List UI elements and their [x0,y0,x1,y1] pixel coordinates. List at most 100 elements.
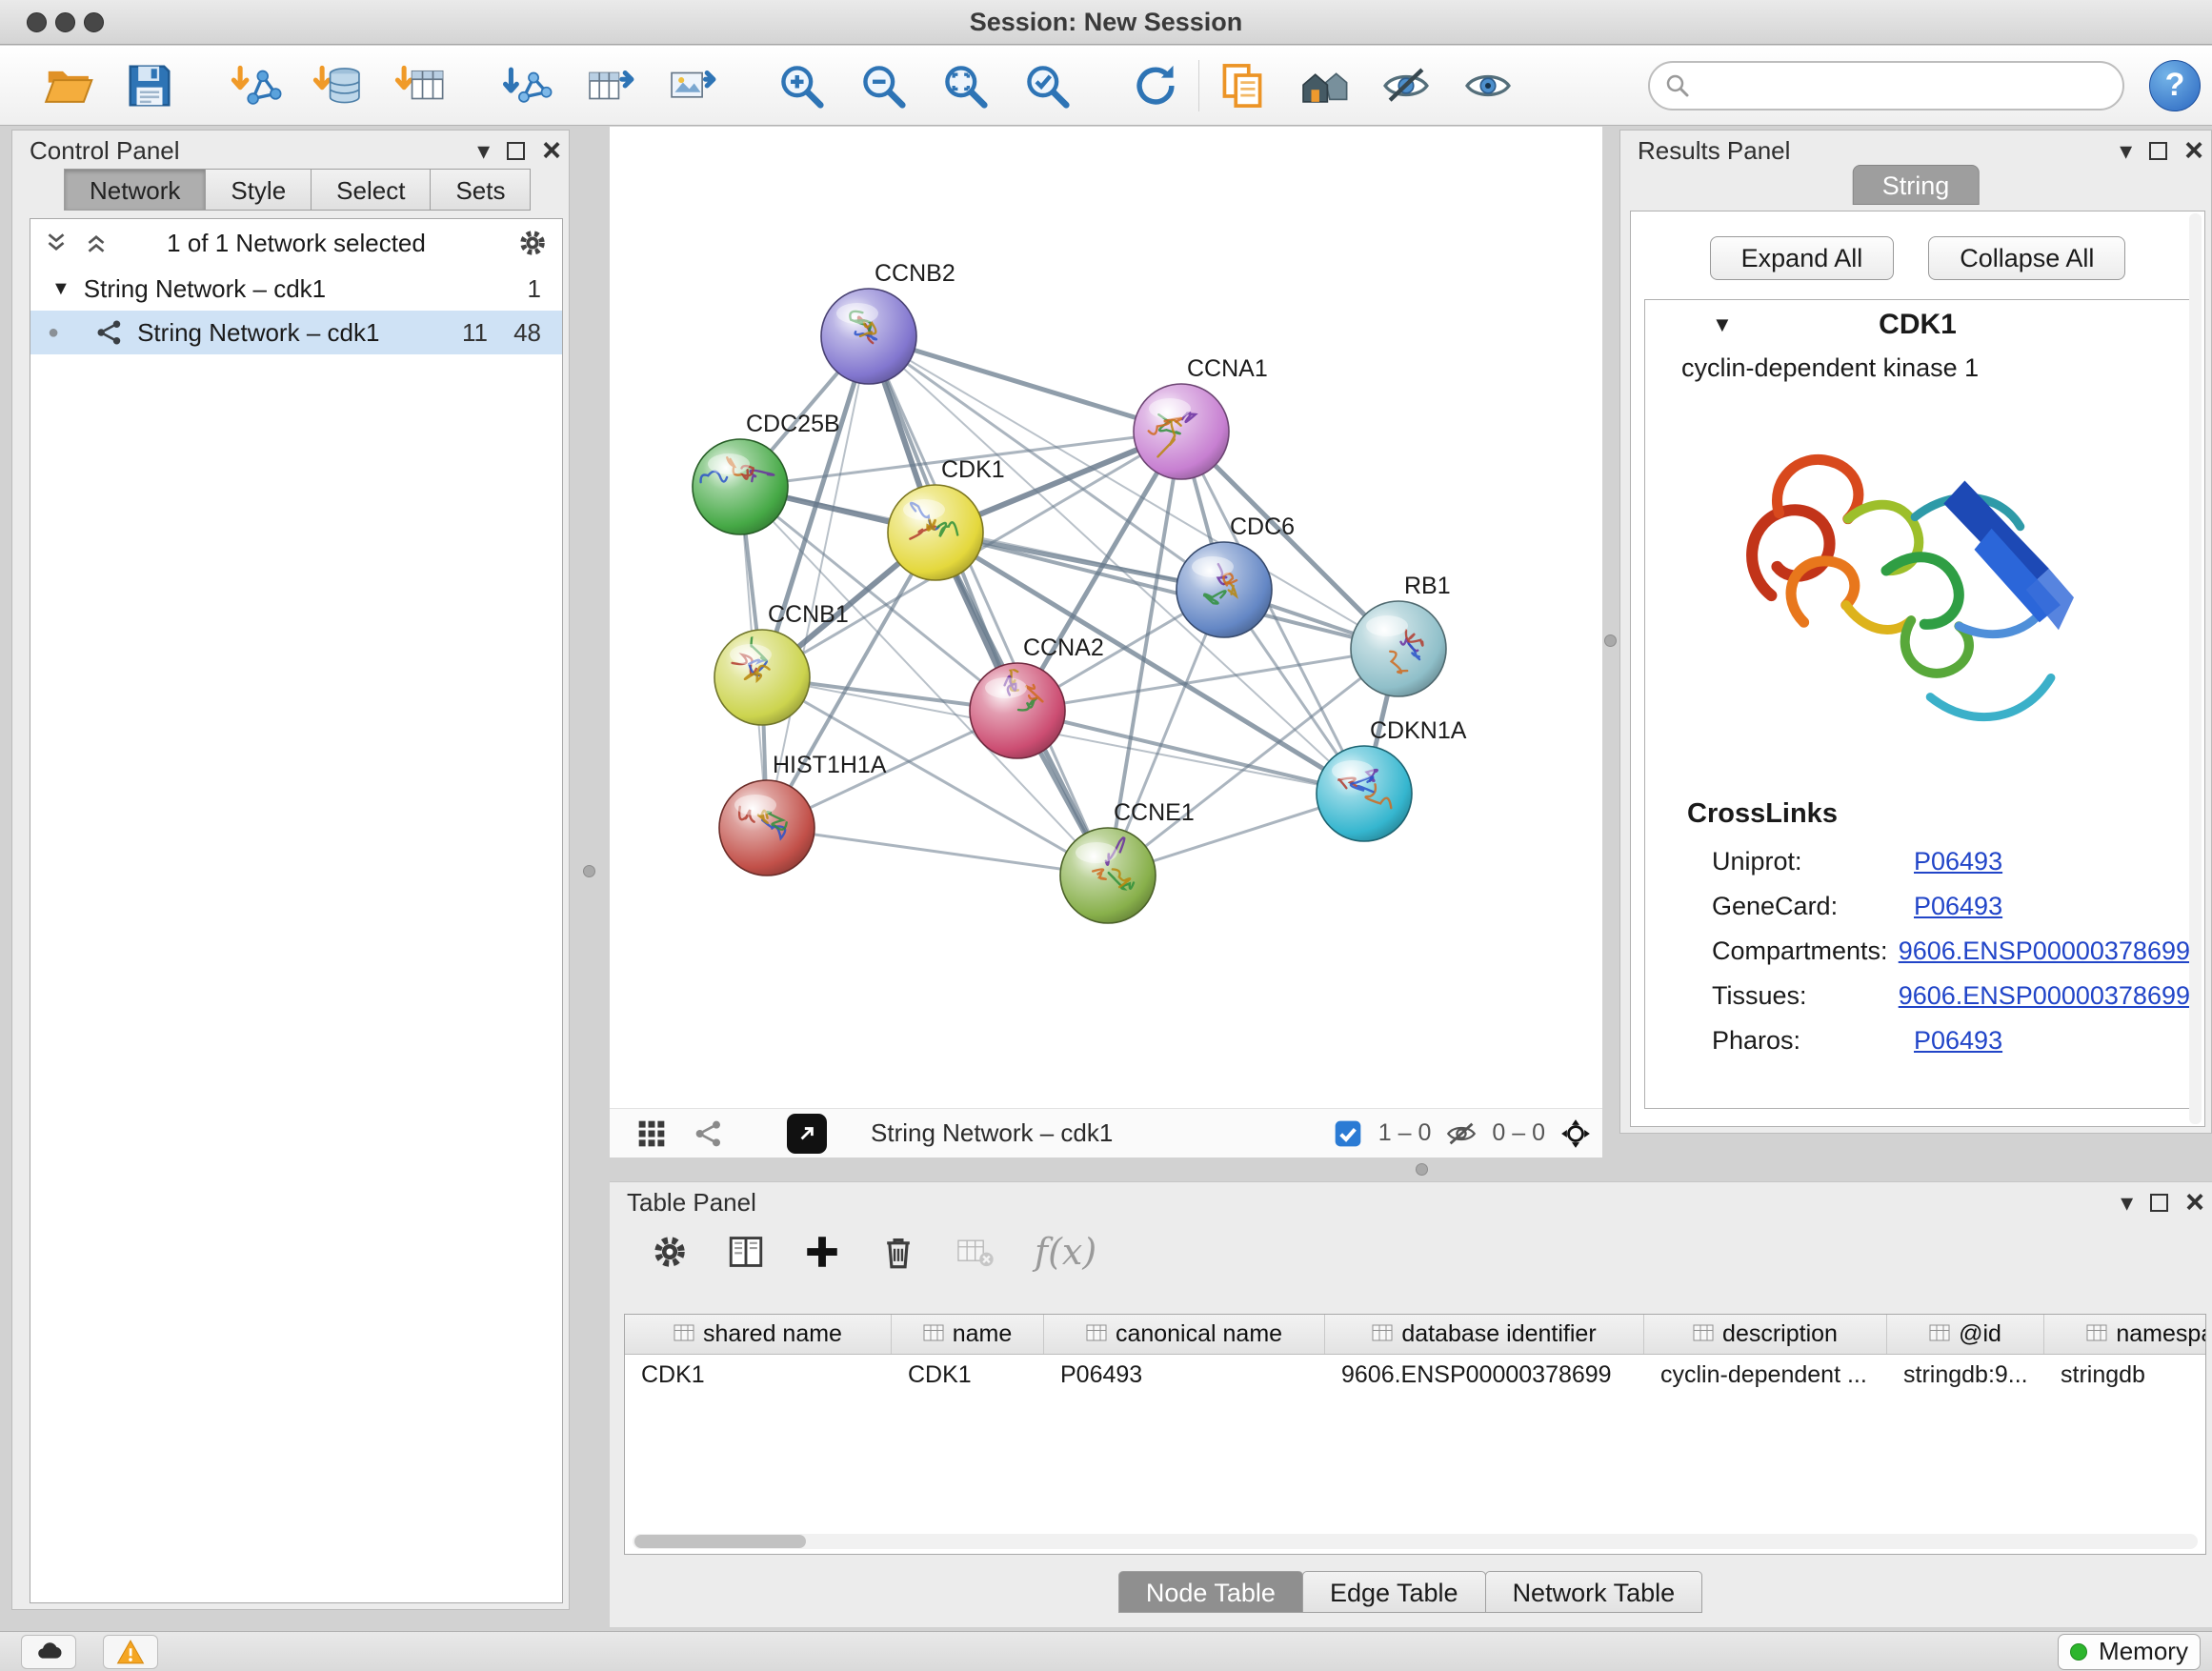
network-node-HIST1H1A[interactable] [719,780,814,876]
table-settings-button[interactable] [648,1230,692,1274]
panel-float-icon[interactable]: ▾ [2120,138,2132,163]
crosslink-value[interactable]: P06493 [1914,892,2002,921]
save-session-button[interactable] [120,56,179,115]
protein-structure-image [1676,393,2085,775]
tab-network[interactable]: Network [64,169,206,211]
panel-close-icon[interactable]: × [2184,134,2203,167]
column-header-@id[interactable]: @id [1887,1315,2044,1354]
crosslink-value[interactable]: P06493 [1914,847,2002,876]
panel-maximize-icon[interactable] [2149,142,2167,160]
node-label: CCNB2 [875,260,955,287]
function-builder-button[interactable]: f(x) [1035,1231,1096,1273]
zoom-out-button[interactable] [854,56,913,115]
panel-maximize-icon[interactable] [2150,1194,2168,1212]
tab-sets[interactable]: Sets [430,169,531,211]
zoom-in-button[interactable] [772,56,831,115]
tab-network-table[interactable]: Network Table [1485,1571,1703,1613]
window-close-button[interactable] [27,12,47,32]
crosslink-value[interactable]: 9606.ENSP00000378699 [1899,981,2190,1011]
network-node-RB1[interactable] [1351,601,1446,696]
vertical-splitter-handle[interactable] [583,865,595,877]
warnings-button[interactable] [103,1635,158,1669]
disclosure-triangle-icon[interactable]: ▼ [1712,312,1733,337]
network-row[interactable]: ● String Network – cdk1 11 48 [30,311,562,354]
zoom-selected-button[interactable] [1017,56,1076,115]
panel-close-icon[interactable]: × [2185,1186,2204,1218]
tab-style[interactable]: Style [205,169,312,211]
hidden-eye-slash-icon[interactable] [1444,1117,1478,1151]
help-button[interactable]: ? [2149,60,2201,111]
vertical-splitter-handle[interactable] [1604,634,1617,647]
zoom-fit-button[interactable] [935,56,995,115]
open-session-button[interactable] [38,56,97,115]
network-node-CCNA2[interactable] [970,663,1065,758]
panel-close-icon[interactable]: × [542,134,561,167]
tab-select[interactable]: Select [311,169,431,211]
crosslink-value[interactable]: 9606.ENSP00000378699 [1899,936,2190,966]
network-node-CCNB1[interactable] [714,626,810,725]
network-edge[interactable] [1017,711,1364,794]
gear-icon [650,1232,690,1272]
panel-maximize-icon[interactable] [507,142,525,160]
column-header-description[interactable]: description [1644,1315,1887,1354]
import-network-database-button[interactable] [309,56,368,115]
delete-column-button[interactable] [876,1230,920,1274]
import-table-button[interactable] [391,56,450,115]
network-edge[interactable] [767,828,1108,876]
network-edge[interactable] [869,336,1181,432]
network-share-icon[interactable] [692,1117,726,1151]
network-canvas[interactable]: CCNB2CCNA1CDC25BCDK1CDC6RB1CCNB1CCNA2CDK… [610,127,1602,1108]
network-collection-row[interactable]: ▼ String Network – cdk1 1 [30,267,562,311]
network-node-CCNB2[interactable] [821,289,916,384]
search-input[interactable] [1699,70,2109,100]
table-row[interactable]: CDK1CDK1P064939606.ENSP00000378699cyclin… [625,1355,2205,1395]
home-button[interactable] [1295,56,1354,115]
column-header-shared-name[interactable]: shared name [625,1315,892,1354]
collapse-all-button[interactable]: Collapse All [1928,236,2125,280]
hide-graphics-details-button[interactable] [1377,56,1436,115]
network-node-CDC25B[interactable] [693,439,788,534]
gene-entry-header[interactable]: ▼ CDK1 [1645,300,2190,350]
network-node-CCNE1[interactable] [1060,828,1156,923]
network-node-CDKN1A[interactable] [1317,746,1412,841]
network-node-CCNA1[interactable] [1134,384,1229,479]
window-zoom-button[interactable] [84,12,104,32]
window-minimize-button[interactable] [55,12,75,32]
results-scrollbar[interactable] [2189,213,2202,1124]
apply-layout-button[interactable] [1126,56,1185,115]
tab-edge-table[interactable]: Edge Table [1302,1571,1486,1613]
add-column-button[interactable] [800,1230,844,1274]
new-network-from-selection-button[interactable] [499,56,558,115]
gear-icon[interactable] [516,227,549,259]
column-header-name[interactable]: name [892,1315,1044,1354]
search-box[interactable] [1648,61,2124,111]
column-header-database-identifier[interactable]: database identifier [1325,1315,1644,1354]
import-network-file-button[interactable] [227,56,286,115]
selected-checkbox-icon[interactable] [1331,1117,1365,1151]
scrollbar-thumb[interactable] [634,1535,806,1548]
show-columns-button[interactable] [724,1230,768,1274]
disclosure-triangle-icon[interactable]: ▼ [51,278,70,300]
network-edge[interactable] [869,336,1108,876]
show-graphics-details-button[interactable] [1458,56,1518,115]
export-image-button[interactable] [663,56,722,115]
column-header-namespace[interactable]: namespace [2044,1315,2206,1354]
horizontal-scrollbar[interactable] [633,1534,2198,1549]
network-node-CDC6[interactable] [1176,542,1272,637]
panel-float-icon[interactable]: ▾ [2121,1190,2133,1215]
export-table-button[interactable] [581,56,640,115]
export-view-button[interactable] [787,1114,827,1154]
cloud-status-button[interactable] [21,1635,76,1669]
tab-node-table[interactable]: Node Table [1118,1571,1303,1613]
tab-string[interactable]: String [1853,165,1980,205]
memory-button[interactable]: Memory [2058,1634,2201,1670]
birds-eye-view-icon[interactable] [634,1117,669,1151]
pan-move-icon[interactable] [1558,1117,1593,1151]
panel-float-icon[interactable]: ▾ [477,138,490,163]
column-header-canonical-name[interactable]: canonical name [1044,1315,1325,1354]
documents-button[interactable] [1213,56,1272,115]
network-node-CDK1[interactable] [888,485,983,580]
horizontal-splitter-handle[interactable] [1416,1163,1428,1176]
crosslink-value[interactable]: P06493 [1914,1026,2002,1056]
expand-all-button[interactable]: Expand All [1710,236,1895,280]
